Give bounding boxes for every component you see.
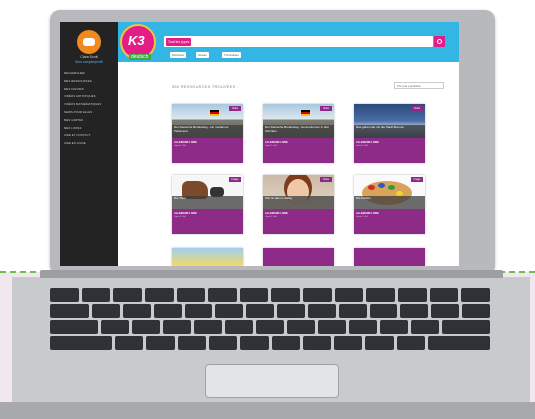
card-footer: ALLEMAND LIVRE Cycle 3 - A1 bbox=[354, 138, 425, 163]
search-type-dropdown[interactable]: Tout les types bbox=[166, 37, 192, 46]
results-title: 550 RESSOURCES TROUVÉES : bbox=[172, 84, 239, 89]
card-title: Das gehen als mir die Stadt Bremen bbox=[354, 125, 425, 138]
card-type-badge: Vidéo bbox=[320, 106, 332, 111]
card-title: Die Farben bbox=[354, 196, 425, 209]
logo-text: K3 bbox=[128, 33, 145, 48]
search-button[interactable] bbox=[434, 36, 445, 47]
sort-dropdown[interactable]: Trier par popularité bbox=[394, 82, 444, 89]
card-publisher: ALLEMAND LIVRE bbox=[174, 212, 197, 215]
touchpad bbox=[205, 364, 339, 398]
sidebar-item-aide-en-ligne[interactable]: AIDE EN LIGNE bbox=[64, 142, 101, 150]
card-type-badge: Image bbox=[229, 177, 241, 182]
sidebar: Clara Scott Mon compte/profil RECHERCHER… bbox=[60, 22, 118, 266]
card-publisher: ALLEMAND LIVRE bbox=[265, 141, 288, 144]
resource-card[interactable] bbox=[172, 248, 243, 266]
resource-card[interactable]: Image Die Tiere ALLEMAND LIVRE Cycle 3 -… bbox=[172, 175, 243, 234]
card-type-badge: Vidéo bbox=[320, 177, 332, 182]
resource-card[interactable]: Vidéo Der Deutsche Bundestag - ein moder… bbox=[172, 104, 243, 163]
user-avatar-icon[interactable] bbox=[77, 30, 101, 54]
card-footer: ALLEMAND LIVRE Cycle 3 - A1 bbox=[172, 138, 243, 163]
resource-card[interactable]: Vidéo Wie ist das im Alltag ALLEMAND LIV… bbox=[263, 175, 334, 234]
card-level: Cycle 3 - A1 bbox=[356, 145, 368, 147]
card-publisher: ALLEMAND LIVRE bbox=[356, 141, 379, 144]
card-title: Der Deutsche Bundestag - ein modernes Pa… bbox=[172, 125, 243, 138]
resource-card[interactable] bbox=[263, 248, 334, 266]
filter-discipline[interactable]: Discipline bbox=[170, 52, 186, 58]
laptop-screen: Clara Scott Mon compte/profil RECHERCHER… bbox=[60, 22, 459, 266]
card-level: Cycle 3 - A1 bbox=[265, 216, 277, 218]
filter-thematique[interactable]: Thématique bbox=[222, 52, 241, 58]
card-type-badge: Vidéo bbox=[411, 106, 423, 111]
search-icon bbox=[437, 39, 442, 44]
card-type-badge: Image bbox=[411, 177, 423, 182]
logo-subtitle: deutsch bbox=[129, 54, 151, 60]
card-title: Wie ist das im Alltag bbox=[263, 196, 334, 209]
card-footer: ALLEMAND LIVRE Cycle 3 - A1 bbox=[354, 209, 425, 234]
card-level: Cycle 3 - A1 bbox=[174, 216, 186, 218]
user-account-link[interactable]: Mon compte/profil bbox=[62, 60, 116, 64]
card-publisher: ALLEMAND LIVRE bbox=[265, 212, 288, 215]
resource-card[interactable]: Vidéo Der Deutsche Bundestag - Kennenler… bbox=[263, 104, 334, 163]
resource-card[interactable]: Image Die Farben ALLEMAND LIVRE Cycle 3 … bbox=[354, 175, 425, 234]
resource-card[interactable]: Vidéo Das gehen als mir die Stadt Bremen… bbox=[354, 104, 425, 163]
laptop-hinge bbox=[40, 270, 503, 278]
sidebar-nav: RECHERCHER MES RESSOURCES MES FAVORIS VI… bbox=[64, 72, 101, 150]
resource-card[interactable] bbox=[354, 248, 425, 266]
card-level: Cycle 3 - A1 bbox=[265, 145, 277, 147]
card-level: Cycle 3 - A1 bbox=[356, 216, 368, 218]
card-type-badge: Vidéo bbox=[229, 106, 241, 111]
card-footer: ALLEMAND LIVRE Cycle 3 - A1 bbox=[263, 138, 334, 163]
card-title: Der Deutsche Bundestag - Kennenlernen in… bbox=[263, 125, 334, 138]
card-footer: ALLEMAND LIVRE Cycle 3 - A1 bbox=[263, 209, 334, 234]
search-input[interactable] bbox=[164, 36, 433, 47]
keyboard bbox=[50, 288, 491, 352]
card-title: Die Tiere bbox=[172, 196, 243, 209]
filter-niveau[interactable]: Niveau bbox=[196, 52, 209, 58]
user-name: Clara Scott bbox=[80, 55, 98, 59]
card-footer: ALLEMAND LIVRE Cycle 3 - A1 bbox=[172, 209, 243, 234]
card-level: Cycle 3 - A1 bbox=[174, 145, 186, 147]
card-publisher: ALLEMAND LIVRE bbox=[174, 141, 197, 144]
card-publisher: ALLEMAND LIVRE bbox=[356, 212, 379, 215]
laptop-base-front bbox=[0, 402, 535, 419]
